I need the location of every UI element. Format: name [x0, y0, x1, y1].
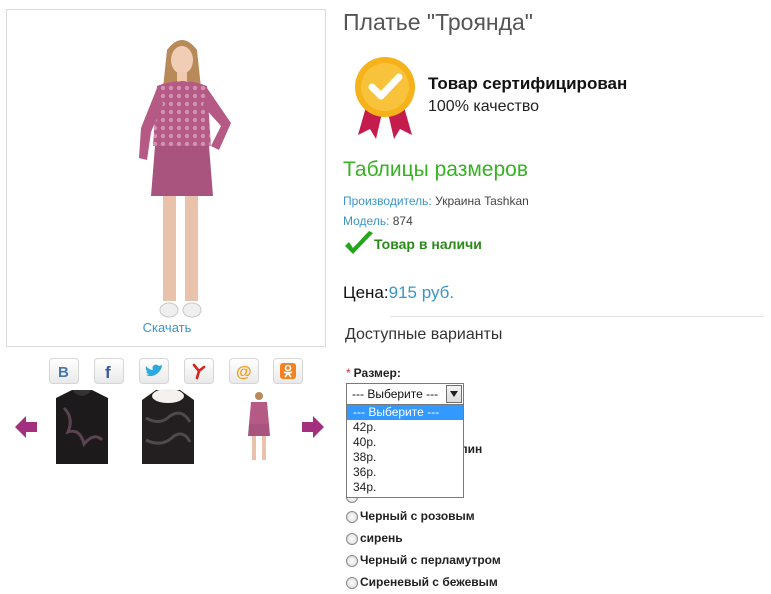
product-photo[interactable] — [127, 28, 237, 328]
size-option[interactable]: 36р. — [347, 465, 463, 480]
in-stock-check-icon — [343, 230, 375, 265]
model-row: Модель: 874 — [343, 214, 413, 228]
radio-button[interactable] — [346, 577, 358, 589]
manufacturer-row: Производитель: Украина Tashkan — [343, 194, 529, 208]
size-select-value: --- Выберите --- — [352, 387, 439, 401]
facebook-icon[interactable]: f — [94, 358, 124, 384]
vk-icon[interactable]: B — [49, 358, 79, 384]
manufacturer-value[interactable]: Украина Tashkan — [435, 194, 529, 208]
next-arrow-icon[interactable] — [300, 414, 326, 440]
size-select[interactable]: --- Выберите --- — [346, 383, 464, 405]
size-option[interactable]: 42р. — [347, 420, 463, 435]
download-link[interactable]: Скачать — [7, 320, 327, 335]
price-label: Цена: — [343, 283, 389, 302]
svg-text:@: @ — [236, 364, 252, 380]
size-option[interactable]: --- Выберите --- — [347, 405, 463, 420]
prev-arrow-icon[interactable] — [13, 414, 39, 440]
thumbnail-2[interactable] — [140, 388, 196, 464]
size-label-text: Размер: — [353, 366, 401, 380]
color-option[interactable]: Черный с розовым — [346, 509, 475, 523]
price-row: Цена:915 руб. — [343, 283, 454, 303]
color-option[interactable]: Черный с перламутром — [346, 553, 501, 567]
color-option[interactable]: сирень — [346, 531, 403, 545]
product-title: Платье "Троянда" — [343, 9, 533, 35]
thumbnail-1[interactable] — [54, 388, 110, 464]
odnoklassniki-icon[interactable] — [273, 358, 303, 384]
thumbnail-3[interactable] — [231, 388, 287, 464]
divider — [390, 316, 764, 317]
price-value: 915 руб. — [388, 283, 455, 302]
certificate-title: Товар сертифицирован — [428, 74, 628, 93]
radio-button[interactable] — [346, 511, 358, 523]
stock-status: Товар в наличи — [374, 236, 482, 252]
ya-icon[interactable] — [184, 358, 214, 384]
required-mark: * — [346, 366, 351, 380]
chevron-down-icon[interactable] — [446, 385, 462, 403]
model-label: Модель: — [343, 214, 390, 228]
mail-icon[interactable]: @ — [229, 358, 259, 384]
certificate-badge-icon — [350, 55, 420, 146]
radio-button[interactable] — [346, 533, 358, 545]
radio-button[interactable] — [346, 555, 358, 567]
size-dropdown-list[interactable]: --- Выберите --- 42р. 40р. 38р. 36р. 34р… — [346, 404, 464, 498]
model-value: 874 — [392, 214, 413, 228]
manufacturer-label: Производитель: — [343, 194, 432, 208]
color-option-label: Черный с розовым — [360, 509, 475, 523]
size-option[interactable]: 34р. — [347, 480, 463, 495]
size-tables-link[interactable]: Таблицы размеров — [343, 158, 528, 182]
variants-heading: Доступные варианты — [345, 326, 503, 343]
svg-text:B: B — [58, 364, 69, 379]
size-option[interactable]: 40р. — [347, 435, 463, 450]
svg-text:f: f — [105, 363, 111, 380]
certificate-subtitle: 100% качество — [428, 98, 540, 115]
size-option[interactable]: 38р. — [347, 450, 463, 465]
twitter-icon[interactable] — [139, 358, 169, 384]
color-option-label: сирень — [360, 531, 403, 545]
size-label: * Размер: — [346, 366, 401, 380]
color-option-label: Черный с перламутром — [360, 553, 501, 567]
main-product-image-box[interactable]: Скачать — [6, 9, 326, 347]
color-option[interactable]: Сиреневый с бежевым — [346, 575, 498, 589]
color-option-label: Сиреневый с бежевым — [360, 575, 498, 589]
